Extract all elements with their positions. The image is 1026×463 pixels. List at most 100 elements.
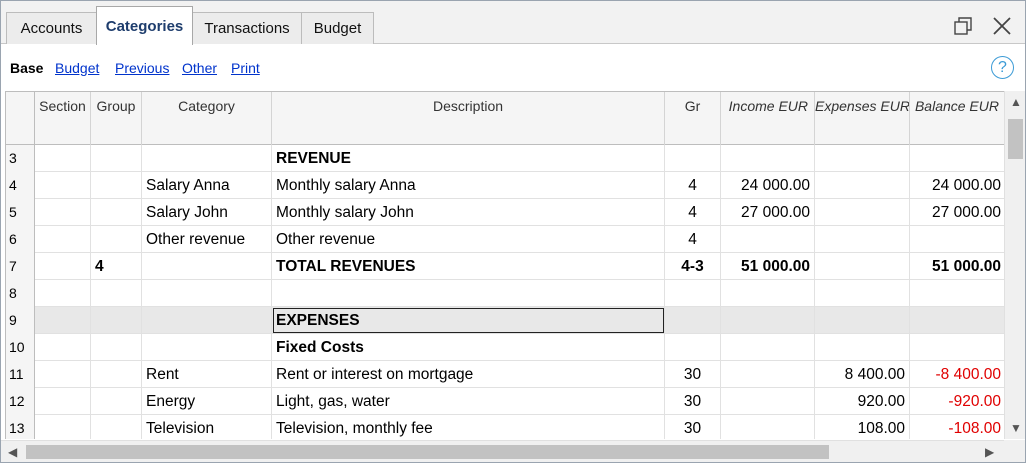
row-number-cell[interactable]: 12 bbox=[6, 388, 35, 415]
category-cell[interactable] bbox=[142, 253, 272, 280]
expenses-cell[interactable]: 920.00 bbox=[815, 388, 910, 415]
restore-window-icon[interactable] bbox=[952, 15, 974, 37]
gr-cell[interactable] bbox=[665, 334, 721, 361]
category-cell[interactable]: Salary Anna bbox=[142, 172, 272, 199]
gr-cell[interactable] bbox=[665, 145, 721, 172]
group-cell[interactable] bbox=[91, 307, 142, 334]
horizontal-scrollbar[interactable]: ◀ ▶ bbox=[1, 440, 1004, 462]
scroll-down-icon[interactable]: ▼ bbox=[1010, 421, 1022, 435]
description-cell[interactable]: Rent or interest on mortgage bbox=[272, 361, 665, 388]
section-cell[interactable] bbox=[35, 361, 91, 388]
description-cell[interactable]: Monthly salary John bbox=[272, 199, 665, 226]
column-header[interactable]: Group bbox=[91, 92, 142, 145]
group-cell[interactable] bbox=[91, 334, 142, 361]
table-row[interactable]: 7 4 TOTAL REVENUES 4-3 51 000.00 51 000.00 bbox=[6, 253, 1004, 280]
balance-cell[interactable]: -8 400.00 bbox=[910, 361, 1004, 388]
view-link-previous[interactable]: Previous bbox=[115, 60, 169, 76]
section-cell[interactable] bbox=[35, 280, 91, 307]
scroll-right-icon[interactable]: ▶ bbox=[985, 445, 994, 459]
description-cell[interactable]: Light, gas, water bbox=[272, 388, 665, 415]
view-base[interactable]: Base bbox=[10, 60, 43, 76]
group-cell[interactable] bbox=[91, 172, 142, 199]
close-icon[interactable] bbox=[991, 15, 1013, 37]
row-number-cell[interactable]: 10 bbox=[6, 334, 35, 361]
gr-cell[interactable]: 4 bbox=[665, 172, 721, 199]
category-cell[interactable] bbox=[142, 145, 272, 172]
view-link-other[interactable]: Other bbox=[182, 60, 217, 76]
income-cell[interactable] bbox=[721, 280, 815, 307]
table-row[interactable]: 6 Other revenue Other revenue 4 bbox=[6, 226, 1004, 253]
gr-cell[interactable]: 4 bbox=[665, 226, 721, 253]
balance-cell[interactable]: 24 000.00 bbox=[910, 172, 1004, 199]
row-number-cell[interactable]: 5 bbox=[6, 199, 35, 226]
column-header[interactable]: Category bbox=[142, 92, 272, 145]
table-row[interactable]: 11 Rent Rent or interest on mortgage 30 8 40… bbox=[6, 361, 1004, 388]
vertical-scrollbar[interactable]: ▲ ▼ bbox=[1004, 91, 1025, 439]
balance-cell[interactable] bbox=[910, 280, 1004, 307]
gr-cell[interactable]: 4-3 bbox=[665, 253, 721, 280]
income-cell[interactable] bbox=[721, 226, 815, 253]
gr-cell[interactable] bbox=[665, 280, 721, 307]
table-row[interactable]: 8 bbox=[6, 280, 1004, 307]
row-number-cell[interactable]: 9 bbox=[6, 307, 35, 334]
table-row[interactable]: 12 Energy Light, gas, water 30 920.00 -920.00 bbox=[6, 388, 1004, 415]
gr-cell[interactable]: 30 bbox=[665, 361, 721, 388]
column-header[interactable]: Section bbox=[35, 92, 91, 145]
expenses-cell[interactable] bbox=[815, 280, 910, 307]
section-cell[interactable] bbox=[35, 388, 91, 415]
section-cell[interactable] bbox=[35, 172, 91, 199]
view-link-budget[interactable]: Budget bbox=[55, 60, 99, 76]
gr-cell[interactable]: 30 bbox=[665, 415, 721, 439]
gr-cell[interactable] bbox=[665, 307, 721, 334]
balance-cell[interactable]: -920.00 bbox=[910, 388, 1004, 415]
tab-accounts[interactable]: Accounts bbox=[6, 12, 97, 44]
expenses-cell[interactable] bbox=[815, 145, 910, 172]
category-cell[interactable]: Rent bbox=[142, 361, 272, 388]
expenses-cell[interactable] bbox=[815, 307, 910, 334]
gr-cell[interactable]: 4 bbox=[665, 199, 721, 226]
row-number-cell[interactable]: 3 bbox=[6, 145, 35, 172]
expenses-cell[interactable] bbox=[815, 253, 910, 280]
section-cell[interactable] bbox=[35, 415, 91, 439]
description-cell[interactable]: REVENUE bbox=[272, 145, 665, 172]
group-cell[interactable] bbox=[91, 280, 142, 307]
description-cell[interactable]: EXPENSES bbox=[272, 307, 665, 334]
description-cell[interactable]: Monthly salary Anna bbox=[272, 172, 665, 199]
section-cell[interactable] bbox=[35, 307, 91, 334]
row-number-cell[interactable]: 7 bbox=[6, 253, 35, 280]
category-cell[interactable]: Salary John bbox=[142, 199, 272, 226]
income-cell[interactable] bbox=[721, 334, 815, 361]
table-row[interactable]: 5 Salary John Monthly salary John 4 27 000.0… bbox=[6, 199, 1004, 226]
column-header[interactable]: Gr bbox=[665, 92, 721, 145]
tab-transactions[interactable]: Transactions bbox=[192, 12, 302, 44]
description-cell[interactable]: TOTAL REVENUES bbox=[272, 253, 665, 280]
view-link-print[interactable]: Print bbox=[231, 60, 260, 76]
description-cell[interactable]: Television, monthly fee bbox=[272, 415, 665, 439]
expenses-cell[interactable] bbox=[815, 199, 910, 226]
row-number-cell[interactable]: 4 bbox=[6, 172, 35, 199]
scroll-left-icon[interactable]: ◀ bbox=[8, 445, 17, 459]
row-number-cell[interactable]: 13 bbox=[6, 415, 35, 439]
description-cell[interactable] bbox=[272, 280, 665, 307]
income-cell[interactable] bbox=[721, 307, 815, 334]
balance-cell[interactable] bbox=[910, 145, 1004, 172]
row-number-cell[interactable]: 6 bbox=[6, 226, 35, 253]
row-number-cell[interactable]: 11 bbox=[6, 361, 35, 388]
group-cell[interactable] bbox=[91, 226, 142, 253]
category-cell[interactable]: Television bbox=[142, 415, 272, 439]
section-cell[interactable] bbox=[35, 253, 91, 280]
balance-cell[interactable] bbox=[910, 226, 1004, 253]
table-row[interactable]: 9 EXPENSES bbox=[6, 307, 1004, 334]
column-header[interactable]: Balance EUR bbox=[910, 92, 1004, 145]
group-cell[interactable] bbox=[91, 415, 142, 439]
table-row[interactable]: 13 Television Television, monthly fee 30 108… bbox=[6, 415, 1004, 439]
group-cell[interactable] bbox=[91, 145, 142, 172]
group-cell[interactable]: 4 bbox=[91, 253, 142, 280]
section-cell[interactable] bbox=[35, 145, 91, 172]
income-cell[interactable]: 27 000.00 bbox=[721, 199, 815, 226]
category-cell[interactable] bbox=[142, 280, 272, 307]
group-cell[interactable] bbox=[91, 199, 142, 226]
category-cell[interactable] bbox=[142, 307, 272, 334]
balance-cell[interactable] bbox=[910, 307, 1004, 334]
group-cell[interactable] bbox=[91, 361, 142, 388]
